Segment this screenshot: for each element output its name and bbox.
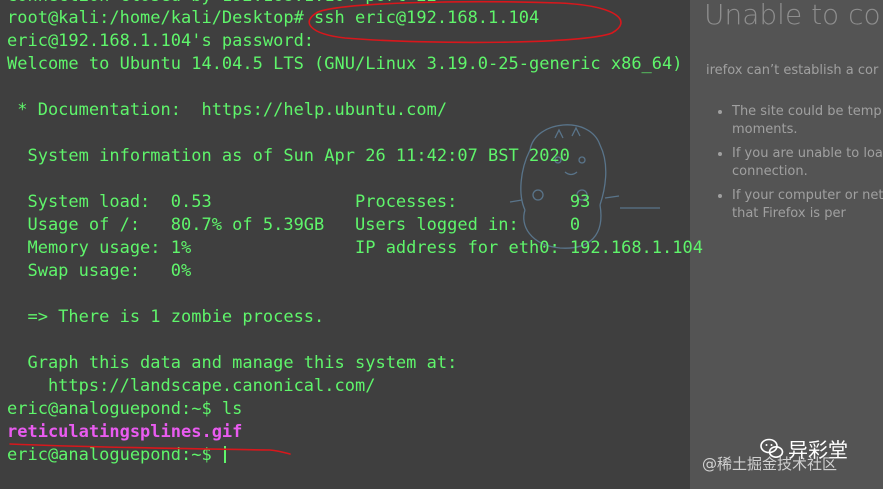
memory-usage-line: Memory usage: 1% IP address for eth0: 19… (7, 238, 703, 258)
watermark-credit: @稀土掘金技术社区 (702, 455, 838, 473)
text-cursor (223, 446, 226, 463)
swap-usage-line: Swap usage: 0% (7, 261, 192, 281)
ls-command-line: eric@analoguepond:~$ ls (7, 399, 243, 419)
ssh-command-line: root@kali:/home/kali/Desktop# ssh eric@1… (7, 8, 540, 28)
landscape-url-line: https://landscape.canonical.com/ (7, 376, 376, 396)
zombie-process-line: => There is 1 zombie process. (7, 307, 325, 327)
system-info-line: System information as of Sun Apr 26 11:4… (7, 146, 570, 166)
welcome-line: Welcome to Ubuntu 14.04.5 LTS (GNU/Linux… (7, 54, 683, 74)
system-load-line: System load: 0.53 Processes: 93 (7, 192, 591, 212)
prompt-text: eric@analoguepond:~$ (7, 445, 222, 465)
terminal-window[interactable]: Connection closed by 192.168.1.104 port … (0, 0, 883, 489)
documentation-line: * Documentation: https://help.ubuntu.com… (7, 100, 448, 120)
landscape-info-line: Graph this data and manage this system a… (7, 353, 458, 373)
active-prompt-line[interactable]: eric@analoguepond:~$ (7, 444, 226, 467)
gif-file-entry: reticulatingsplines.gif (7, 422, 243, 442)
password-prompt-line: eric@192.168.1.104's password: (7, 31, 315, 51)
disk-usage-line: Usage of /: 80.7% of 5.39GB Users logged… (7, 215, 581, 235)
